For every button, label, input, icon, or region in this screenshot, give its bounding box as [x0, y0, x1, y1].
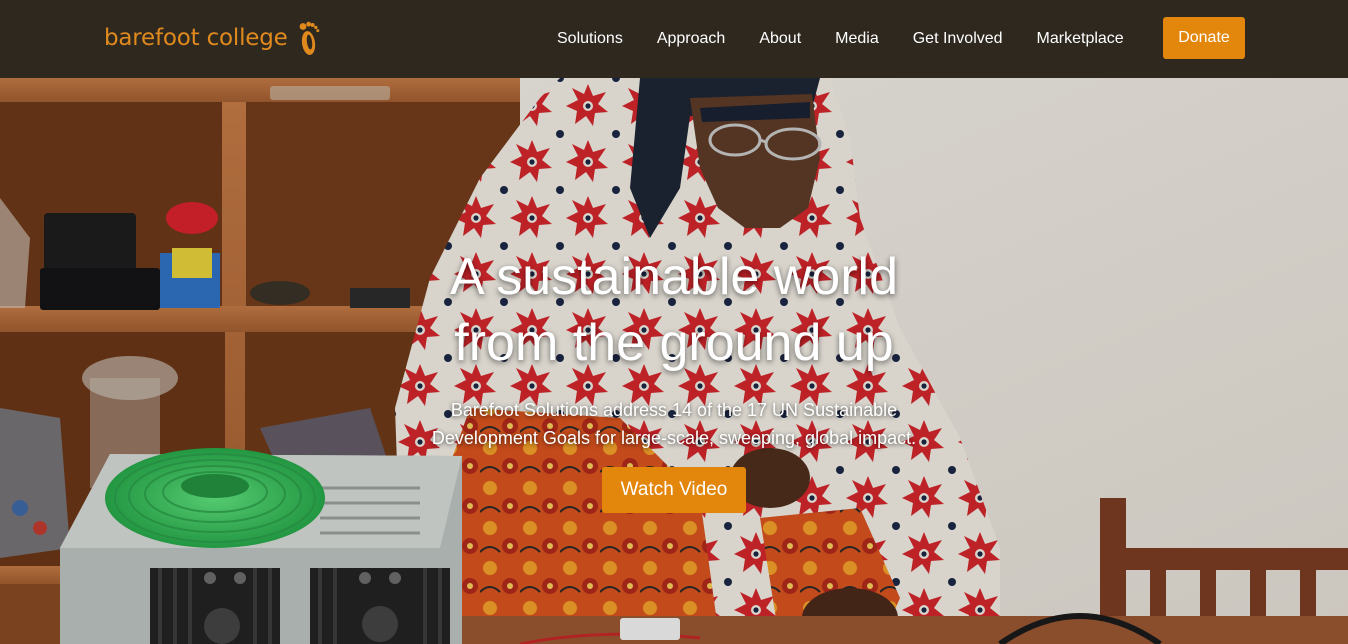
hero-section: A sustainable world from the ground up B… [0, 78, 1348, 644]
nav-item-marketplace[interactable]: Marketplace [1020, 30, 1141, 48]
hero-title-line-2: from the ground up [454, 314, 894, 372]
main-nav: Solutions Approach About Media Get Invol… [540, 0, 1141, 78]
site-header: barefoot college Solutions Approach Abou… [0, 0, 1348, 78]
hero-title: A sustainable world from the ground up [374, 244, 974, 376]
nav-item-media[interactable]: Media [818, 30, 896, 48]
watch-video-button[interactable]: Watch Video [602, 467, 746, 513]
nav-item-get-involved[interactable]: Get Involved [896, 30, 1020, 48]
hero-subtitle-line-1: Barefoot Solutions address 14 of the 17 … [450, 400, 898, 420]
page: barefoot college Solutions Approach Abou… [0, 0, 1348, 644]
nav-item-approach[interactable]: Approach [640, 30, 743, 48]
logo-text: barefoot college [104, 25, 288, 51]
nav-item-about[interactable]: About [742, 30, 818, 48]
hero-content: A sustainable world from the ground up B… [374, 244, 974, 513]
logo[interactable]: barefoot college [104, 20, 320, 56]
nav-item-solutions[interactable]: Solutions [540, 30, 640, 48]
hero-title-line-1: A sustainable world [449, 248, 899, 306]
donate-button[interactable]: Donate [1163, 17, 1245, 59]
hero-subtitle: Barefoot Solutions address 14 of the 17 … [374, 396, 974, 452]
footprint-icon [299, 21, 319, 55]
hero-subtitle-line-2: Development Goals for large-scale, sweep… [431, 428, 917, 448]
